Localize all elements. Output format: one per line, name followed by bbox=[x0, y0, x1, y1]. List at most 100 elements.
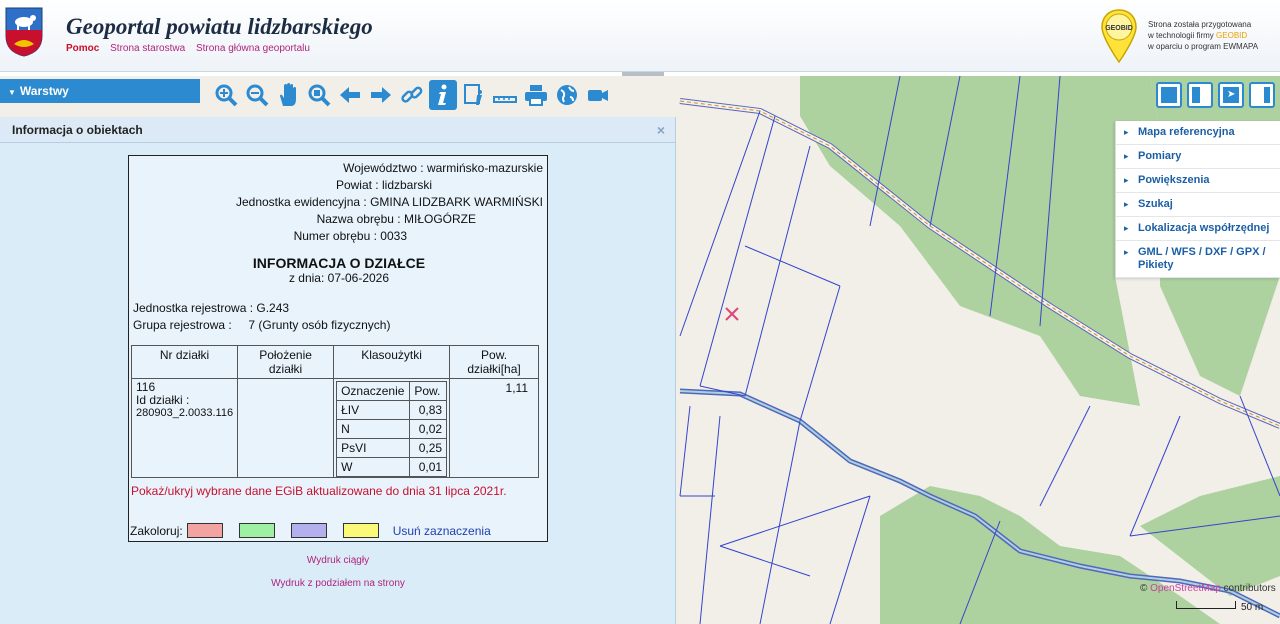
pan-hand-icon[interactable] bbox=[274, 80, 302, 110]
expand-arrow-icon: ▼ bbox=[8, 88, 16, 97]
registry-unit-row: Jednostka ewidencyjna : GMINA LIDZBARK W… bbox=[235, 195, 543, 209]
field-value: lidzbarski bbox=[381, 178, 432, 192]
field-label: Województwo bbox=[343, 161, 417, 175]
field-label: Numer obrębu bbox=[293, 229, 371, 243]
link-icon[interactable] bbox=[398, 80, 426, 110]
print-continuous-link[interactable]: Wydruk ciągły bbox=[0, 555, 676, 566]
geobid-credit: Strona została przygotowana w technologi… bbox=[1148, 19, 1258, 52]
camera-icon[interactable] bbox=[584, 80, 612, 110]
class-symbol: N bbox=[336, 419, 411, 439]
registry-unit: Jednostka rejestrowa : G.243 bbox=[133, 301, 290, 315]
geobid-logo-icon[interactable]: GEOBID bbox=[1100, 8, 1138, 64]
print-paged-link[interactable]: Wydruk z podziałem na strony bbox=[0, 578, 676, 589]
legend-info-icon[interactable] bbox=[460, 80, 488, 110]
side-menu-reference-map[interactable]: Mapa referencyjna bbox=[1116, 121, 1280, 145]
zoom-in-icon[interactable] bbox=[212, 80, 240, 110]
parcel-number-cell: 116 Id działki : 280903_2.0033.116 bbox=[130, 378, 239, 478]
parcel-id: 280903_2.0033.116 bbox=[136, 407, 234, 419]
precinct-name-row: Nazwa obrębu : MIŁOGÓRZE bbox=[316, 212, 476, 226]
forest-area bbox=[800, 76, 1160, 406]
class-area: 0,01 bbox=[409, 457, 448, 477]
side-menu-zooms[interactable]: Powiększenia bbox=[1116, 169, 1280, 193]
split-layout-icon[interactable] bbox=[1187, 82, 1213, 108]
fullscreen-layout-icon[interactable] bbox=[1156, 82, 1182, 108]
county-crest-icon bbox=[5, 7, 43, 57]
toggle-egib-data-link[interactable]: Pokaż/ukryj wybrane dane EGiB aktualizow… bbox=[131, 484, 507, 498]
color-swatch-red[interactable] bbox=[186, 523, 223, 538]
parcel-location-cell bbox=[237, 378, 335, 478]
map-attribution: © OpenStreetMap contributors bbox=[1140, 583, 1276, 594]
county-office-link[interactable]: Strona starostwa bbox=[110, 43, 185, 54]
table-row: ŁIV 0,83 bbox=[336, 400, 448, 420]
side-menu: Mapa referencyjna Pomiary Powiększenia S… bbox=[1115, 121, 1280, 278]
side-menu-measurements[interactable]: Pomiary bbox=[1116, 145, 1280, 169]
colorize-controls: Zakoloruj: Usuń zaznaczenia bbox=[130, 523, 491, 538]
class-symbol: ŁIV bbox=[336, 400, 411, 420]
side-menu-export[interactable]: GML / WFS / DXF / GPX / Pikiety bbox=[1116, 241, 1280, 278]
field-value: 0033 bbox=[380, 229, 407, 243]
clear-selection-link[interactable]: Usuń zaznaczenia bbox=[393, 524, 491, 538]
arrow-left-icon[interactable] bbox=[336, 80, 364, 110]
layers-panel-header[interactable]: ▼ Warstwy bbox=[0, 79, 200, 103]
parcel-area-cell: 1,11 bbox=[449, 378, 539, 478]
table-header-row: Nr działki Położenie działki Klasoużytki… bbox=[130, 345, 539, 379]
class-area: 0,83 bbox=[409, 400, 448, 420]
doc-heading: INFORMACJA O DZIAŁCE bbox=[252, 255, 426, 271]
close-icon[interactable]: × bbox=[657, 122, 665, 138]
info-panel-title-text: Informacja o obiektach bbox=[12, 123, 143, 137]
copyright-symbol: © bbox=[1140, 583, 1148, 594]
registry-group: Grupa rejestrowa : 7 (Grunty osób fizycz… bbox=[133, 318, 390, 332]
header: Geoportal powiatu lidzbarskiego Pomoc St… bbox=[0, 0, 1280, 72]
openstreetmap-link[interactable]: OpenStreetMap bbox=[1150, 583, 1221, 594]
map-toolbar bbox=[212, 80, 612, 112]
globe-icon[interactable] bbox=[553, 80, 581, 110]
parcel-table: Nr działki Położenie działki Klasoużytki… bbox=[130, 345, 539, 478]
field-label: Powiat bbox=[335, 178, 372, 192]
object-info-panel: Informacja o obiektach × Województwo : w… bbox=[0, 117, 676, 624]
field-label: Jednostka ewidencyjna bbox=[235, 195, 361, 209]
side-menu-search[interactable]: Szukaj bbox=[1116, 193, 1280, 217]
help-link[interactable]: Pomoc bbox=[66, 43, 99, 54]
geoportal-home-link[interactable]: Strona główna geoportalu bbox=[196, 43, 310, 54]
table-row: 116 Id działki : 280903_2.0033.116 Oznac… bbox=[130, 378, 539, 478]
attribution-suffix: contributors bbox=[1223, 583, 1276, 594]
zoom-out-icon[interactable] bbox=[243, 80, 271, 110]
credit-line-1: Strona została przygotowana bbox=[1148, 20, 1252, 29]
credit-line-3: w oparciu o program EWMAPA bbox=[1148, 42, 1259, 51]
class-symbol: W bbox=[336, 457, 411, 477]
field-value: GMINA LIDZBARK WARMIŃSKI bbox=[370, 195, 543, 209]
column-header: Pow. działki[ha] bbox=[449, 345, 539, 379]
color-swatch-green[interactable] bbox=[238, 523, 275, 538]
info-icon[interactable] bbox=[429, 80, 457, 110]
side-menu-coordinate-location[interactable]: Lokalizacja współrzędnej bbox=[1116, 217, 1280, 241]
table-row: W 0,01 bbox=[336, 457, 448, 477]
side-panel-icon[interactable] bbox=[1249, 82, 1275, 108]
color-swatch-yellow[interactable] bbox=[342, 523, 379, 538]
print-icon[interactable] bbox=[522, 80, 550, 110]
column-header: Oznaczenie bbox=[336, 381, 411, 401]
land-use-classes-cell: Oznaczenie Pow. ŁIV 0,83 N 0,02 PsVI 0,25 W0… bbox=[333, 378, 451, 478]
zoom-box-icon[interactable] bbox=[305, 80, 333, 110]
measure-ruler-icon[interactable] bbox=[491, 80, 519, 110]
field-label: Nazwa obrębu bbox=[316, 212, 394, 226]
field-value: MIŁOGÓRZE bbox=[403, 212, 476, 226]
class-area: 0,25 bbox=[409, 438, 448, 458]
export-arrow-icon[interactable]: ➤ bbox=[1218, 82, 1244, 108]
class-symbol: PsVI bbox=[336, 438, 411, 458]
column-header: Położenie działki bbox=[237, 345, 335, 379]
parcel-info-document: Województwo : warmińsko-mazurskie Powiat… bbox=[128, 155, 548, 542]
color-swatch-blue[interactable] bbox=[290, 523, 327, 538]
geobid-logo-text: GEOBID bbox=[1105, 25, 1133, 32]
page-title: Geoportal powiatu lidzbarskiego bbox=[66, 14, 373, 39]
table-row: N 0,02 bbox=[336, 419, 448, 439]
field-value: warmińsko-mazurskie bbox=[426, 161, 543, 175]
credit-brand[interactable]: GEOBID bbox=[1216, 31, 1247, 40]
header-links: Pomoc Strona starostwa Strona główna geo… bbox=[66, 43, 318, 54]
location-marker-icon bbox=[725, 307, 739, 321]
column-header: Klasoużytki bbox=[333, 345, 451, 379]
parcel-id-label: Id działki : bbox=[136, 393, 190, 407]
column-header: Pow. bbox=[409, 381, 448, 401]
land-use-classes-table: Oznaczenie Pow. ŁIV 0,83 N 0,02 PsVI 0,25 W0… bbox=[336, 381, 448, 477]
registry-group-label: Grupa rejestrowa : bbox=[133, 318, 232, 332]
arrow-right-icon[interactable] bbox=[367, 80, 395, 110]
